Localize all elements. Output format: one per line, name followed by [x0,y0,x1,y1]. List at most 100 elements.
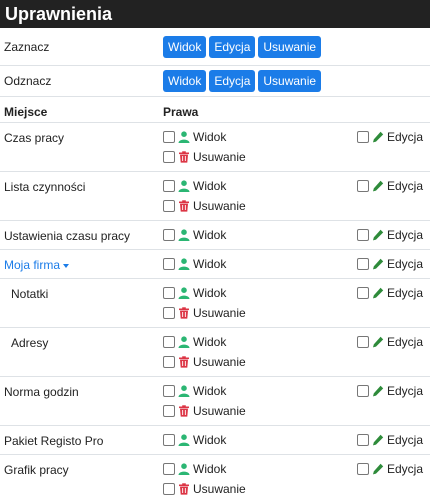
widok-permission[interactable]: Widok [163,286,226,300]
trash-icon [178,405,190,417]
widok-permission[interactable]: Widok [163,130,226,144]
trash-icon [178,151,190,163]
edycja-checkbox[interactable] [357,434,369,446]
place-link[interactable]: Moja firma [4,258,70,272]
usuwanie-permission[interactable]: Usuwanie [163,306,246,320]
usuwanie-label: Usuwanie [193,482,246,496]
edycja-permission[interactable]: Edycja [357,286,423,300]
edycja-checkbox[interactable] [357,258,369,270]
usuwanie-checkbox[interactable] [163,200,175,212]
usuwanie-permission[interactable]: Usuwanie [163,199,246,213]
place-label: Norma godzin [4,385,79,399]
place-label: Adresy [11,336,49,350]
edycja-permission[interactable]: Edycja [357,384,423,398]
edycja-permission[interactable]: Edycja [357,462,423,476]
usuwanie-permission[interactable]: Usuwanie [163,150,246,164]
widok-label: Widok [193,286,227,300]
place-label: Grafik pracy [4,463,69,477]
widok-permission[interactable]: Widok [163,228,226,242]
widok-checkbox[interactable] [163,336,175,348]
edycja-label: Edycja [387,286,424,300]
widok-label: Widok [193,384,227,398]
pencil-icon [372,434,384,446]
widok-checkbox[interactable] [163,385,175,397]
widok-permission[interactable]: Widok [163,433,226,447]
widok-permission[interactable]: Widok [163,257,226,271]
widok-checkbox[interactable] [163,229,175,241]
edycja-label: Edycja [387,179,424,193]
widok-checkbox[interactable] [163,287,175,299]
trash-icon [178,200,190,212]
deselect-all-row: Odznacz Widok Edycja Usuwanie [0,66,430,97]
widok-checkbox[interactable] [163,258,175,270]
usuwanie-checkbox[interactable] [163,405,175,417]
widok-label: Widok [193,228,227,242]
select-all-button-group: Widok Edycja Usuwanie [163,35,322,58]
widok-checkbox[interactable] [163,434,175,446]
widok-label: Widok [193,433,227,447]
edycja-permission[interactable]: Edycja [357,257,423,271]
edycja-label: Edycja [387,228,424,242]
edycja-checkbox[interactable] [357,287,369,299]
pencil-icon [372,463,384,475]
edycja-permission[interactable]: Edycja [357,335,423,349]
pencil-icon [372,131,384,143]
deselect-all-edycja-button[interactable]: Edycja [209,70,256,92]
select-all-edycja-button[interactable]: Edycja [209,35,256,58]
edycja-permission[interactable]: Edycja [357,433,423,447]
table-row: Czas pracy Widok Edycja Usuwanie [0,123,430,172]
table-row: Lista czynności Widok Edycja Usuwanie [0,172,430,221]
usuwanie-checkbox[interactable] [163,151,175,163]
table-row: Norma godzin Widok Edycja Usuwanie [0,377,430,426]
widok-permission[interactable]: Widok [163,462,226,476]
pencil-icon [372,258,384,270]
widok-checkbox[interactable] [163,131,175,143]
select-all-usuwanie-button[interactable]: Usuwanie [258,35,322,58]
edycja-checkbox[interactable] [357,336,369,348]
usuwanie-permission[interactable]: Usuwanie [163,404,246,418]
page-title: Uprawnienia [0,0,430,28]
edycja-checkbox[interactable] [357,229,369,241]
usuwanie-permission[interactable]: Usuwanie [163,482,246,496]
user-icon [178,131,190,143]
pencil-icon [372,229,384,241]
user-icon [178,463,190,475]
deselect-all-usuwanie-button[interactable]: Usuwanie [258,70,322,92]
widok-label: Widok [193,257,227,271]
table-row: Pakiet Registo Pro Widok Edycja [0,426,430,455]
usuwanie-label: Usuwanie [193,306,246,320]
widok-permission[interactable]: Widok [163,179,226,193]
widok-permission[interactable]: Widok [163,335,226,349]
widok-checkbox[interactable] [163,180,175,192]
user-icon [178,336,190,348]
edycja-label: Edycja [387,384,424,398]
user-icon [178,287,190,299]
edycja-permission[interactable]: Edycja [357,130,423,144]
pencil-icon [372,336,384,348]
widok-permission[interactable]: Widok [163,384,226,398]
usuwanie-checkbox[interactable] [163,483,175,495]
widok-checkbox[interactable] [163,463,175,475]
select-all-widok-button[interactable]: Widok [163,35,207,58]
usuwanie-permission[interactable]: Usuwanie [163,355,246,369]
widok-label: Widok [193,462,227,476]
deselect-all-widok-button[interactable]: Widok [163,70,207,92]
usuwanie-label: Usuwanie [193,150,246,164]
usuwanie-checkbox[interactable] [163,356,175,368]
place-label: Notatki [11,287,49,301]
edycja-permission[interactable]: Edycja [357,179,423,193]
column-header-rights: Prawa [163,105,199,119]
usuwanie-checkbox[interactable] [163,307,175,319]
edycja-permission[interactable]: Edycja [357,228,423,242]
user-icon [178,385,190,397]
edycja-checkbox[interactable] [357,463,369,475]
widok-label: Widok [193,335,227,349]
edycja-checkbox[interactable] [357,131,369,143]
table-row: Grafik pracy Widok Edycja Usuwanie [0,455,430,499]
edycja-label: Edycja [387,257,424,271]
edycja-checkbox[interactable] [357,385,369,397]
permissions-table-body: Czas pracy Widok Edycja Usuwanie Lista c… [0,123,430,499]
usuwanie-label: Usuwanie [193,355,246,369]
edycja-checkbox[interactable] [357,180,369,192]
place-label: Ustawienia czasu pracy [4,229,131,243]
